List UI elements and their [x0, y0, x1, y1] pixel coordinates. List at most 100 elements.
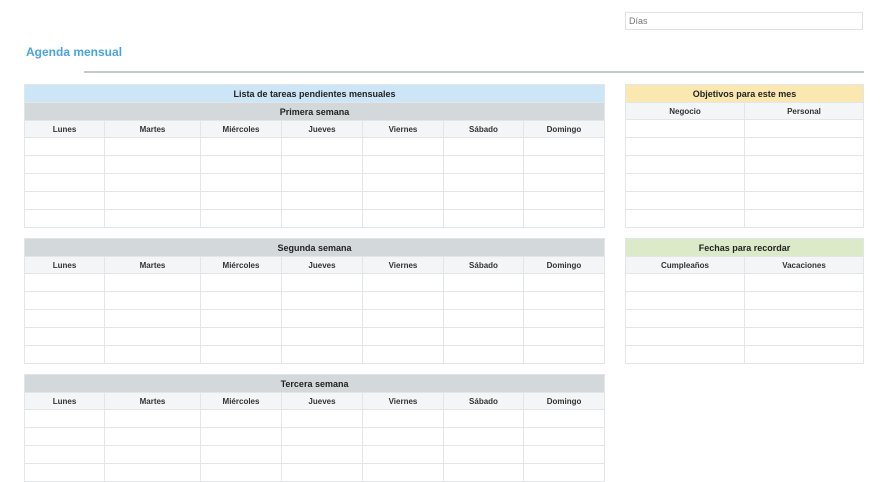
task-cell[interactable]: [523, 191, 605, 210]
task-cell[interactable]: [362, 173, 444, 192]
task-cell[interactable]: [104, 427, 201, 446]
task-cell[interactable]: [281, 173, 363, 192]
task-cell[interactable]: [362, 409, 444, 428]
task-cell[interactable]: [281, 137, 363, 156]
date-cell[interactable]: [625, 327, 745, 346]
goal-cell[interactable]: [744, 155, 864, 174]
days-field[interactable]: Días: [625, 12, 863, 30]
date-cell[interactable]: [743, 345, 865, 364]
task-cell[interactable]: [443, 445, 524, 464]
task-cell[interactable]: [443, 155, 524, 174]
date-cell[interactable]: [743, 309, 865, 328]
goal-cell[interactable]: [625, 155, 745, 174]
task-cell[interactable]: [362, 209, 444, 228]
task-cell[interactable]: [200, 463, 282, 482]
task-cell[interactable]: [523, 291, 605, 310]
task-cell[interactable]: [104, 191, 201, 210]
date-cell[interactable]: [743, 291, 865, 310]
task-cell[interactable]: [104, 309, 201, 328]
goal-cell[interactable]: [744, 119, 864, 138]
task-cell[interactable]: [104, 445, 201, 464]
task-cell[interactable]: [443, 137, 524, 156]
task-cell[interactable]: [362, 191, 444, 210]
task-cell[interactable]: [362, 137, 444, 156]
task-cell[interactable]: [362, 427, 444, 446]
task-cell[interactable]: [24, 173, 105, 192]
goal-cell[interactable]: [625, 173, 745, 192]
task-cell[interactable]: [281, 309, 363, 328]
goal-cell[interactable]: [744, 209, 864, 228]
task-cell[interactable]: [522, 409, 606, 428]
task-cell[interactable]: [362, 309, 444, 328]
goal-cell[interactable]: [744, 191, 864, 210]
task-cell[interactable]: [522, 427, 606, 446]
task-cell[interactable]: [104, 209, 201, 228]
task-cell[interactable]: [281, 445, 363, 464]
task-cell[interactable]: [523, 327, 605, 346]
task-cell[interactable]: [362, 463, 444, 482]
task-cell[interactable]: [104, 327, 201, 346]
task-cell[interactable]: [24, 137, 105, 156]
date-cell[interactable]: [743, 327, 865, 346]
task-cell[interactable]: [24, 155, 105, 174]
task-cell[interactable]: [104, 409, 201, 428]
goal-cell[interactable]: [625, 209, 745, 228]
date-cell[interactable]: [625, 273, 745, 292]
task-cell[interactable]: [443, 209, 524, 228]
task-cell[interactable]: [443, 463, 524, 482]
task-cell[interactable]: [443, 273, 524, 292]
task-cell[interactable]: [281, 273, 363, 292]
task-cell[interactable]: [362, 291, 444, 310]
task-cell[interactable]: [24, 463, 105, 482]
goal-cell[interactable]: [625, 119, 745, 138]
task-cell[interactable]: [200, 345, 282, 364]
task-cell[interactable]: [281, 191, 363, 210]
task-cell[interactable]: [523, 309, 605, 328]
task-cell[interactable]: [523, 155, 605, 174]
task-cell[interactable]: [522, 445, 606, 464]
task-cell[interactable]: [523, 209, 605, 228]
task-cell[interactable]: [200, 173, 282, 192]
task-cell[interactable]: [24, 345, 105, 364]
task-cell[interactable]: [24, 291, 105, 310]
task-cell[interactable]: [200, 309, 282, 328]
task-cell[interactable]: [104, 273, 201, 292]
task-cell[interactable]: [24, 209, 105, 228]
task-cell[interactable]: [523, 173, 605, 192]
task-cell[interactable]: [104, 463, 201, 482]
date-cell[interactable]: [625, 309, 745, 328]
task-cell[interactable]: [104, 137, 201, 156]
task-cell[interactable]: [443, 345, 524, 364]
task-cell[interactable]: [24, 273, 105, 292]
date-cell[interactable]: [743, 273, 865, 292]
task-cell[interactable]: [200, 273, 282, 292]
task-cell[interactable]: [200, 445, 282, 464]
task-cell[interactable]: [24, 445, 105, 464]
task-cell[interactable]: [281, 409, 363, 428]
task-cell[interactable]: [281, 345, 363, 364]
task-cell[interactable]: [24, 327, 105, 346]
task-cell[interactable]: [200, 327, 282, 346]
task-cell[interactable]: [281, 463, 363, 482]
task-cell[interactable]: [523, 137, 605, 156]
task-cell[interactable]: [362, 155, 444, 174]
task-cell[interactable]: [362, 445, 444, 464]
task-cell[interactable]: [443, 173, 524, 192]
task-cell[interactable]: [281, 427, 363, 446]
task-cell[interactable]: [24, 191, 105, 210]
task-cell[interactable]: [200, 155, 282, 174]
task-cell[interactable]: [362, 345, 444, 364]
task-cell[interactable]: [443, 291, 524, 310]
task-cell[interactable]: [104, 155, 201, 174]
task-cell[interactable]: [200, 137, 282, 156]
task-cell[interactable]: [200, 409, 282, 428]
goal-cell[interactable]: [625, 137, 745, 156]
task-cell[interactable]: [104, 291, 201, 310]
task-cell[interactable]: [443, 427, 524, 446]
goal-cell[interactable]: [625, 191, 745, 210]
task-cell[interactable]: [523, 273, 605, 292]
task-cell[interactable]: [281, 291, 363, 310]
task-cell[interactable]: [24, 427, 105, 446]
task-cell[interactable]: [443, 309, 524, 328]
task-cell[interactable]: [443, 409, 524, 428]
